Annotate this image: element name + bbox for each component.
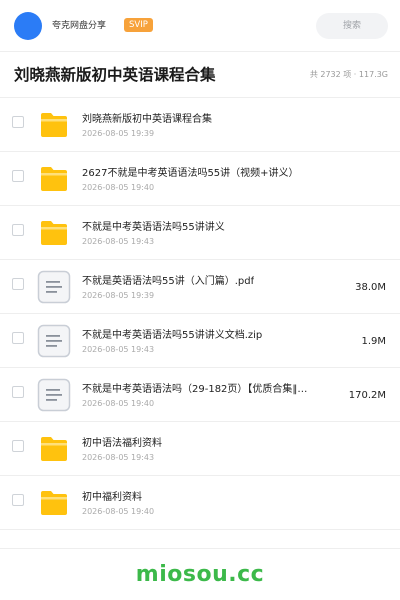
file-row[interactable]: 不就是中考英语语法吗55讲讲义文档.zip 2026-08-05 19:43 1.9… <box>0 314 400 368</box>
avatar[interactable] <box>14 12 42 40</box>
file-size: 38.0M <box>355 282 386 293</box>
file-name: 初中福利资料 <box>82 492 142 503</box>
title-row: 刘晓燕新版初中英语课程合集 共 2732 项 · 117.3G <box>0 52 400 98</box>
app-name: 夸克网盘分享 <box>52 21 107 31</box>
file-row[interactable]: 初中福利资料 2026-08-05 19:40 <box>0 476 400 530</box>
file-date: 2026-08-05 19:43 <box>82 453 155 462</box>
file-size: 1.9M <box>361 336 386 347</box>
folder-icon <box>39 489 73 523</box>
file-name: 2627不就是中考英语语法吗55讲（视频+讲义） <box>82 168 299 179</box>
file-name: 不就是英语语法吗55讲（入门篇）.pdf <box>82 276 255 287</box>
row-checkbox[interactable] <box>12 278 24 290</box>
share-summary: 共 2732 项 · 117.3G <box>309 70 388 79</box>
file-row[interactable]: 2627不就是中考英语语法吗55讲（视频+讲义） 2026-08-05 19:40 <box>0 152 400 206</box>
file-date: 2026-08-05 19:39 <box>82 129 155 138</box>
file-row[interactable]: 刘晓燕新版初中英语课程合集 2026-08-05 19:39 <box>0 98 400 152</box>
watermark: miosou.cc <box>135 562 265 587</box>
row-checkbox[interactable] <box>12 440 24 452</box>
file-date: 2026-08-05 19:39 <box>82 291 155 300</box>
file-name: 不就是中考英语语法吗55讲讲义文档.zip <box>82 330 263 341</box>
row-checkbox[interactable] <box>12 332 24 344</box>
file-row[interactable]: 不就是中考英语语法吗（29-182页）【优质合集‖… 2026-08-05 19:… <box>0 368 400 422</box>
file-row[interactable]: 初中语法福利资料 2026-08-05 19:43 <box>0 422 400 476</box>
file-row[interactable]: 不就是中考英语语法吗55讲讲义 2026-08-05 19:43 <box>0 206 400 260</box>
file-row[interactable]: 不就是英语语法吗55讲（入门篇）.pdf 2026-08-05 19:39 38.0… <box>0 260 400 314</box>
row-checkbox[interactable] <box>12 494 24 506</box>
file-name: 刘晓燕新版初中英语课程合集 <box>82 114 212 125</box>
file-name: 不就是中考英语语法吗（29-182页）【优质合集‖… <box>82 384 308 395</box>
folder-icon <box>39 219 73 253</box>
row-checkbox[interactable] <box>12 116 24 128</box>
row-checkbox[interactable] <box>12 386 24 398</box>
file-name: 初中语法福利资料 <box>82 438 162 449</box>
folder-icon <box>39 165 73 199</box>
file-size: 170.2M <box>348 390 386 401</box>
folder-icon <box>39 435 73 469</box>
svip-badge: SVIP <box>124 18 153 32</box>
file-date: 2026-08-05 19:40 <box>82 183 155 192</box>
folder-icon <box>39 111 73 145</box>
search-button[interactable]: 搜索 <box>316 13 388 39</box>
file-date: 2026-08-05 19:40 <box>82 399 155 408</box>
row-checkbox[interactable] <box>12 224 24 236</box>
file-date: 2026-08-05 19:43 <box>82 237 155 246</box>
row-checkbox[interactable] <box>12 170 24 182</box>
file-name: 不就是中考英语语法吗55讲讲义 <box>82 222 225 233</box>
footer: miosou.cc <box>0 548 400 600</box>
file-date: 2026-08-05 19:40 <box>82 507 155 516</box>
file-list: 刘晓燕新版初中英语课程合集 2026-08-05 19:39 2627不就是中考英语… <box>0 98 400 530</box>
page-title: 刘晓燕新版初中英语课程合集 <box>14 66 216 84</box>
top-bar: 夸克网盘分享 SVIP 搜索 <box>0 0 400 52</box>
file-date: 2026-08-05 19:43 <box>82 345 155 354</box>
document-icon <box>37 378 71 412</box>
document-icon <box>37 324 71 358</box>
document-icon <box>37 270 71 304</box>
